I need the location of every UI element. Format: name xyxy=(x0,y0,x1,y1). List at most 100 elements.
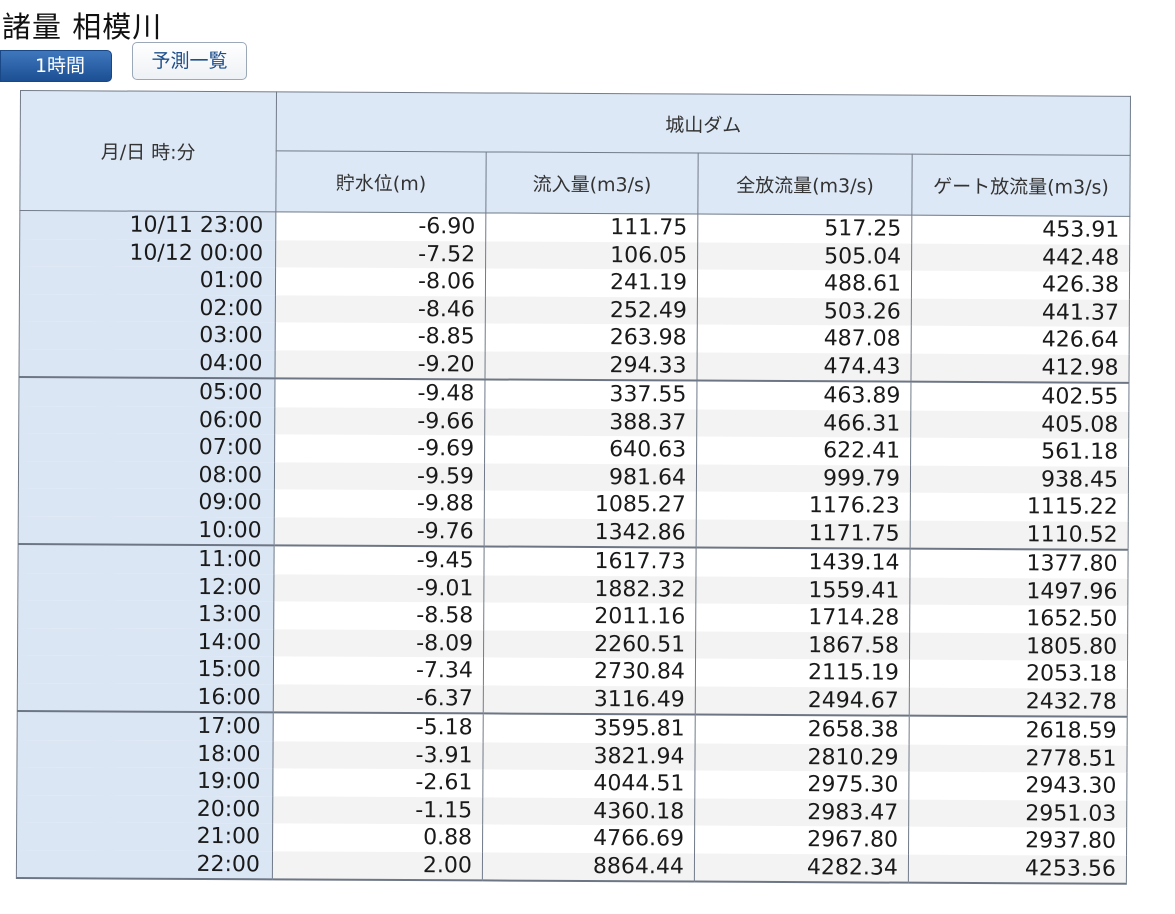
inflow-cell: 294.33 xyxy=(484,350,698,381)
total-discharge-cell: 1714.28 xyxy=(695,603,910,633)
gate-discharge-cell: 402.55 xyxy=(910,381,1129,412)
time-cell: 10:00 xyxy=(18,515,275,546)
total-discharge-cell: 1559.41 xyxy=(695,576,910,605)
gate-discharge-cell: 1805.80 xyxy=(909,632,1128,661)
total-discharge-cell: 1439.14 xyxy=(695,547,911,578)
storage-level-cell: -9.48 xyxy=(274,378,485,408)
gate-discharge-cell: 1652.50 xyxy=(909,604,1128,634)
total-discharge-cell: 503.26 xyxy=(697,297,912,326)
total-discharge-cell: 2975.30 xyxy=(694,770,909,800)
time-cell: 14:00 xyxy=(17,627,274,657)
station-header: 城山ダム xyxy=(276,91,1131,156)
total-discharge-cell: 2658.38 xyxy=(695,714,910,745)
gate-discharge-cell: 1377.80 xyxy=(909,548,1129,579)
time-cell: 01:00 xyxy=(19,266,276,295)
inflow-cell: 337.55 xyxy=(484,379,697,410)
time-cell: 21:00 xyxy=(16,821,273,851)
data-table-container: 月/日 時:分 城山ダム 貯水位(m) 流入量(m3/s) 全放流量(m3/s)… xyxy=(16,90,1131,892)
storage-level-cell: -9.88 xyxy=(274,489,485,518)
storage-level-cell: -6.37 xyxy=(273,683,484,714)
time-cell: 12:00 xyxy=(17,572,274,602)
time-cell: 18:00 xyxy=(16,739,274,769)
dam-data-table: 月/日 時:分 城山ダム 貯水位(m) 流入量(m3/s) 全放流量(m3/s)… xyxy=(16,90,1131,885)
inflow-cell: 981.64 xyxy=(484,462,697,492)
gate-discharge-header: ゲート放流量(m3/s) xyxy=(911,154,1131,217)
inflow-cell: 2730.84 xyxy=(483,657,696,687)
gate-discharge-cell: 412.98 xyxy=(910,353,1130,383)
total-discharge-cell: 2810.29 xyxy=(694,743,910,772)
gate-discharge-cell: 2053.18 xyxy=(909,659,1128,689)
time-cell: 09:00 xyxy=(18,487,275,517)
gate-discharge-cell: 1497.96 xyxy=(909,577,1128,606)
gate-discharge-cell: 1110.52 xyxy=(910,520,1129,550)
gate-discharge-cell: 2778.51 xyxy=(908,744,1128,773)
storage-level-cell: -5.18 xyxy=(273,712,484,742)
inflow-cell: 1617.73 xyxy=(483,546,697,577)
inflow-cell: 3821.94 xyxy=(482,741,696,771)
gate-discharge-cell: 2943.30 xyxy=(908,771,1127,801)
storage-level-cell: -9.20 xyxy=(274,349,486,380)
storage-level-cell: -6.90 xyxy=(275,211,486,241)
storage-level-cell: -9.01 xyxy=(273,573,484,603)
total-discharge-cell: 1176.23 xyxy=(696,491,911,521)
time-cell: 10/12 00:00 xyxy=(19,238,276,268)
datetime-header: 月/日 時:分 xyxy=(19,90,277,212)
total-discharge-cell: 517.25 xyxy=(697,214,912,244)
gate-discharge-cell: 2618.59 xyxy=(909,715,1128,746)
inflow-cell: 4360.18 xyxy=(482,796,695,826)
total-discharge-cell: 622.41 xyxy=(696,436,911,466)
total-discharge-cell: 2115.19 xyxy=(695,658,910,688)
storage-level-cell: -9.66 xyxy=(274,406,485,436)
storage-level-cell: 0.88 xyxy=(272,823,483,852)
time-cell: 20:00 xyxy=(16,794,273,824)
time-cell: 07:00 xyxy=(18,432,275,462)
gate-discharge-cell: 442.48 xyxy=(911,243,1130,272)
total-discharge-cell: 487.08 xyxy=(697,324,912,354)
time-cell: 17:00 xyxy=(17,710,274,741)
total-discharge-cell: 463.89 xyxy=(696,380,911,411)
total-discharge-cell: 1867.58 xyxy=(695,631,910,660)
time-cell: 06:00 xyxy=(18,405,275,435)
time-cell: 05:00 xyxy=(18,376,275,407)
page-title: 諸量 相模川 xyxy=(2,10,163,44)
storage-level-cell: -7.34 xyxy=(273,656,484,685)
storage-level-cell: -7.52 xyxy=(275,239,486,269)
tab-forecast-list-button[interactable]: 予測一覧 xyxy=(132,42,247,80)
time-cell: 02:00 xyxy=(19,293,276,323)
gate-discharge-cell: 441.37 xyxy=(911,298,1130,327)
inflow-cell: 4044.51 xyxy=(482,769,695,799)
storage-level-cell: -8.46 xyxy=(275,294,486,324)
total-discharge-cell: 474.43 xyxy=(696,352,912,382)
gate-discharge-cell: 405.08 xyxy=(910,410,1129,439)
inflow-cell: 1342.86 xyxy=(484,517,697,548)
inflow-cell: 388.37 xyxy=(484,407,697,437)
inflow-cell: 106.05 xyxy=(485,240,698,270)
gate-discharge-cell: 2432.78 xyxy=(909,687,1128,717)
time-cell: 04:00 xyxy=(18,348,276,379)
tab-hourly-button[interactable]: 1時間 xyxy=(0,50,112,82)
inflow-cell: 3595.81 xyxy=(483,713,696,744)
inflow-cell: 111.75 xyxy=(485,212,698,243)
inflow-cell: 1882.32 xyxy=(483,574,696,604)
inflow-cell: 3116.49 xyxy=(483,684,696,715)
total-discharge-cell: 466.31 xyxy=(696,409,911,438)
storage-level-cell: -9.76 xyxy=(274,516,485,547)
total-discharge-cell: 2983.47 xyxy=(694,798,909,827)
gate-discharge-cell: 426.38 xyxy=(911,270,1130,300)
inflow-cell: 8864.44 xyxy=(482,851,695,882)
inflow-cell: 4766.69 xyxy=(482,824,695,854)
storage-level-cell: 2.00 xyxy=(272,850,483,881)
storage-level-cell: -2.61 xyxy=(272,768,483,797)
gate-discharge-cell: 2951.03 xyxy=(908,799,1127,828)
storage-level-cell: -8.06 xyxy=(275,267,486,296)
gate-discharge-cell: 561.18 xyxy=(910,437,1129,467)
time-cell: 10/11 23:00 xyxy=(19,210,276,240)
time-cell: 15:00 xyxy=(17,654,274,684)
time-cell: 22:00 xyxy=(16,849,273,880)
inflow-cell: 2011.16 xyxy=(483,602,696,632)
gate-discharge-cell: 453.91 xyxy=(911,215,1130,245)
storage-level-cell: -8.85 xyxy=(275,322,486,351)
total-discharge-header: 全放流量(m3/s) xyxy=(697,153,913,216)
table-row: 22:00 2.00 8864.44 4282.34 4253.56 xyxy=(16,849,1127,884)
time-cell: 13:00 xyxy=(17,599,274,629)
